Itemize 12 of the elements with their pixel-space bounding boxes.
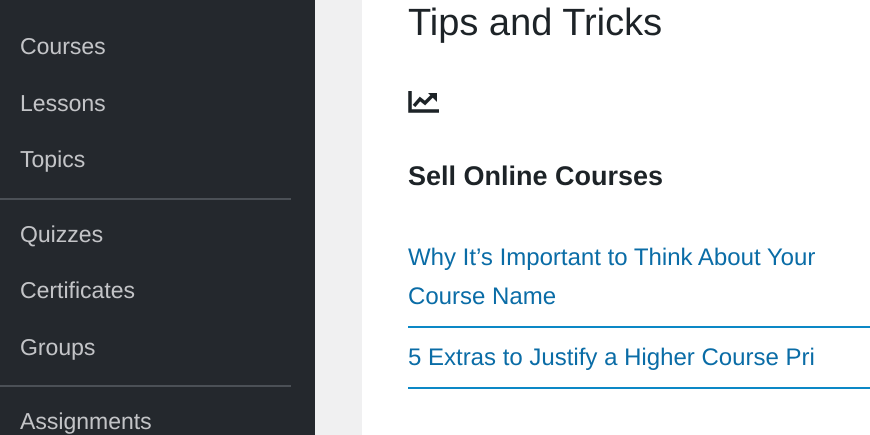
chart-icon bbox=[408, 90, 440, 114]
sidebar-item[interactable]: Groups bbox=[0, 318, 315, 375]
article-link[interactable]: Why It’s Important to Think About Your Course Name bbox=[408, 238, 870, 316]
sidebar-item[interactable]: Quizzes bbox=[0, 206, 315, 262]
sidebar-item[interactable]: Topics bbox=[0, 131, 315, 188]
sidebar-item[interactable]: Certificates bbox=[0, 262, 315, 318]
section-heading: Sell Online Courses bbox=[408, 160, 664, 193]
page-title: Tips and Tricks bbox=[408, 1, 662, 46]
sidebar-item[interactable]: Courses bbox=[0, 18, 315, 74]
sidebar-item[interactable]: Lessons bbox=[0, 74, 315, 131]
article-link[interactable]: 5 Extras to Justify a Higher Course Pri bbox=[408, 338, 870, 377]
sidebar-item[interactable]: Assignments bbox=[0, 393, 315, 435]
